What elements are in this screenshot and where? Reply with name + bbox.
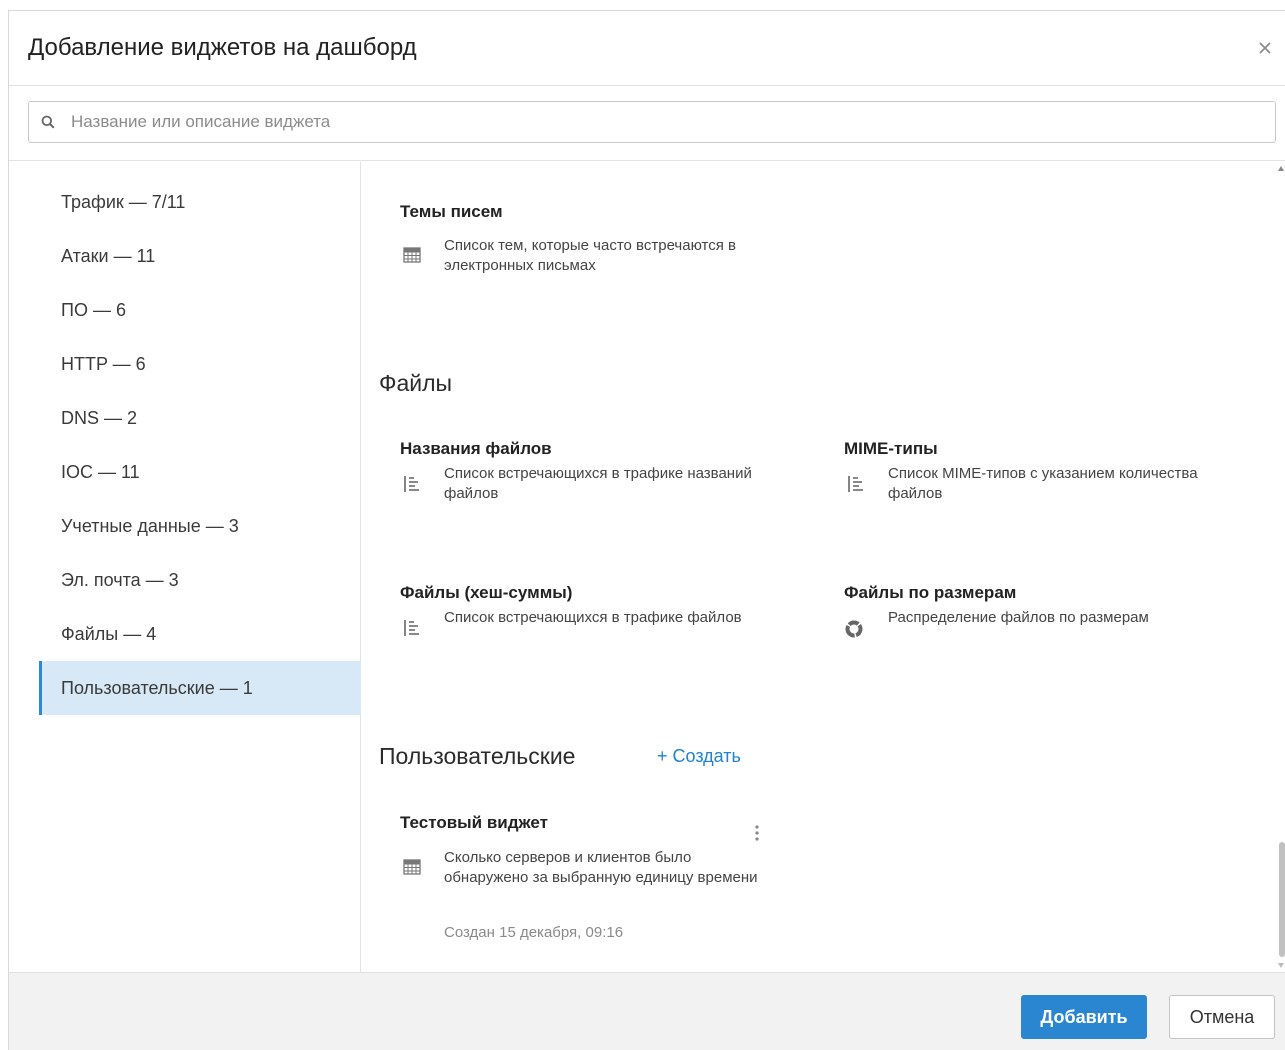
widget-title[interactable]: Темы писем [400,202,503,222]
cancel-button[interactable]: Отмена [1169,995,1275,1039]
widget-description: Список встречающихся в трафике названий … [444,465,752,502]
sidebar-item-attacks[interactable]: Атаки — 11 [39,229,361,283]
scroll-down-arrow-icon[interactable] [1278,963,1284,968]
sidebar-item-http[interactable]: HTTP — 6 [39,337,361,391]
category-sidebar: Трафик — 7/11 Атаки — 11 ПО — 6 HTTP — 6… [9,162,361,972]
sidebar-item-traffic[interactable]: Трафик — 7/11 [39,175,361,229]
dialog-footer: Добавить Отмена [9,972,1285,1050]
scroll-thumb[interactable] [1279,842,1285,957]
widget-description: Распределение файлов по размерам [888,609,1149,626]
search-box[interactable] [28,101,1276,143]
widget-title[interactable]: Названия файлов [400,439,552,459]
widget-title[interactable]: Файлы по размерам [844,583,1016,603]
widget-description: Сколько серверов и клиентов было обнаруж… [444,849,758,886]
table-icon [403,859,421,875]
scroll-up-arrow-icon[interactable] [1278,166,1284,171]
dialog-title: Добавление виджетов на дашборд [28,34,417,61]
section-title-files: Файлы [379,370,453,396]
sidebar-item-credentials[interactable]: Учетные данные — 3 [39,499,361,553]
sidebar-item-files[interactable]: Файлы — 4 [39,607,361,661]
add-button[interactable]: Добавить [1021,995,1147,1039]
dialog-header: Добавление виджетов на дашборд [9,11,1285,86]
sidebar-item-software[interactable]: ПО — 6 [39,283,361,337]
section-title-custom: Пользовательские [379,743,576,769]
kebab-menu-icon[interactable] [752,822,762,844]
widget-title[interactable]: Тестовый виджет [400,813,548,833]
sidebar-item-dns[interactable]: DNS — 2 [39,391,361,445]
add-widgets-dialog: Добавление виджетов на дашборд Трафик — … [8,10,1285,1050]
sidebar-item-custom[interactable]: Пользовательские — 1 [39,661,361,715]
content-scrollbar[interactable] [1277,162,1285,972]
list-icon [404,620,419,636]
widget-description: Список MIME-типов с указанием количества… [888,465,1198,502]
widget-title[interactable]: MIME-типы [844,439,938,459]
sidebar-item-ioc[interactable]: IOC — 11 [39,445,361,499]
close-icon[interactable] [1255,38,1275,58]
search-bar [9,86,1285,161]
table-icon [403,247,421,263]
close-icon-glyph [1259,42,1271,54]
widget-created-date: Создан 15 декабря, 09:16 [444,924,624,941]
widget-title[interactable]: Файлы (хеш-суммы) [400,583,572,603]
search-input[interactable] [71,102,1261,142]
create-widget-link[interactable]: + Создать [657,746,741,767]
list-icon [848,476,863,492]
widget-description: Список встречающихся в трафике файлов [444,609,742,626]
list-icon [404,476,419,492]
search-icon [41,115,55,129]
widget-description: Список тем, которые часто встречаются в … [444,237,736,274]
donut-chart-icon [845,620,863,638]
widget-catalog: Темы писем Список тем, которые часто вст… [362,162,1285,972]
sidebar-item-email[interactable]: Эл. почта — 3 [39,553,361,607]
